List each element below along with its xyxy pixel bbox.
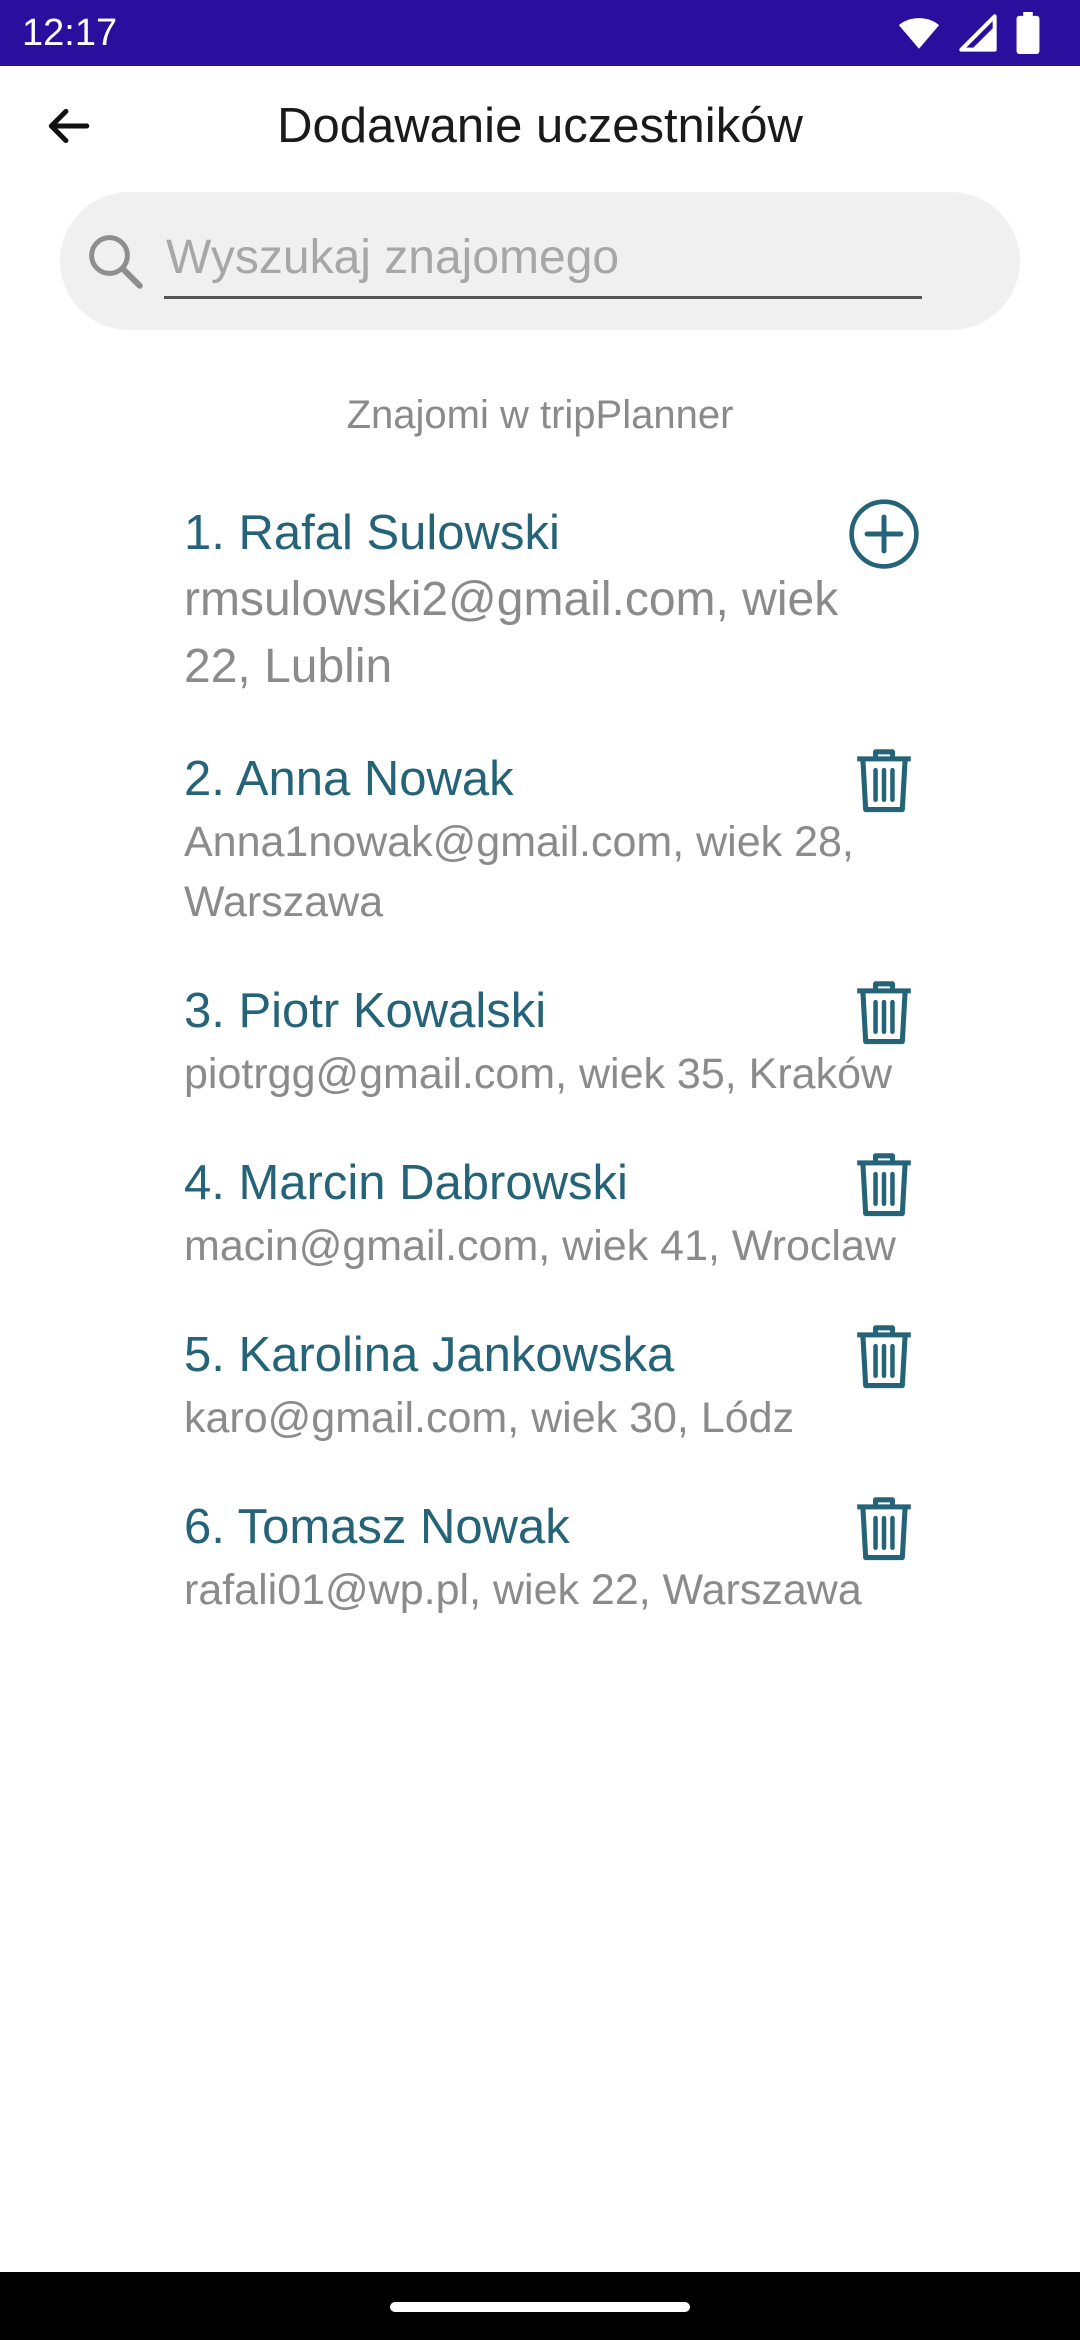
search-box[interactable] — [60, 192, 1020, 330]
friend-details: rafali01@wp.pl, wiek 22, Warszawa — [184, 1566, 862, 1614]
search-input[interactable] — [164, 224, 922, 299]
home-indicator[interactable] — [390, 2302, 690, 2312]
section-label: Znajomi w tripPlanner — [346, 393, 734, 437]
friend-details: Anna1nowak@gmail.com, wiek 28, Warszawa — [184, 818, 854, 926]
trash-icon — [853, 978, 915, 1051]
list-item: 5. Karolina Jankowska karo@gmail.com, wi… — [184, 1322, 924, 1448]
delete-friend-button[interactable] — [844, 1150, 924, 1222]
signal-icon — [958, 12, 998, 54]
list-item: 2. Anna Nowak Anna1nowak@gmail.com, wiek… — [184, 746, 924, 932]
status-icons — [898, 12, 1040, 54]
friend-name: 5. Karolina Jankowska — [184, 1328, 675, 1382]
list-item: 4. Marcin Dabrowski macin@gmail.com, wie… — [184, 1150, 924, 1276]
friends-list: 1. Rafal Sulowski rmsulowski2@gmail.com,… — [184, 498, 924, 1666]
add-circle-icon — [847, 497, 921, 576]
app-bar: Dodawanie uczestników — [0, 66, 1080, 186]
trash-icon — [853, 1150, 915, 1223]
navigation-bar — [0, 2272, 1080, 2340]
trash-icon — [853, 1494, 915, 1567]
list-item: 6. Tomasz Nowak rafali01@wp.pl, wiek 22,… — [184, 1494, 924, 1620]
delete-friend-button[interactable] — [844, 1322, 924, 1394]
list-item: 1. Rafal Sulowski rmsulowski2@gmail.com,… — [184, 498, 924, 700]
status-time: 12:17 — [22, 12, 118, 54]
friend-name: 6. Tomasz Nowak — [184, 1500, 570, 1554]
search-icon — [82, 228, 148, 294]
friend-details: karo@gmail.com, wiek 30, Lódz — [184, 1394, 795, 1442]
status-bar: 12:17 — [0, 0, 1080, 66]
friend-name: 4. Marcin Dabrowski — [184, 1156, 628, 1210]
add-friend-button[interactable] — [844, 498, 924, 572]
delete-friend-button[interactable] — [844, 978, 924, 1050]
trash-icon — [853, 746, 915, 819]
friend-details: piotrgg@gmail.com, wiek 35, Kraków — [184, 1050, 893, 1098]
delete-friend-button[interactable] — [844, 746, 924, 818]
friend-name: 3. Piotr Kowalski — [184, 984, 547, 1038]
friend-details: rmsulowski2@gmail.com, wiek 22, Lublin — [184, 573, 839, 693]
friend-name: 1. Rafal Sulowski — [184, 506, 560, 560]
delete-friend-button[interactable] — [844, 1494, 924, 1566]
trash-icon — [853, 1322, 915, 1395]
page-title: Dodawanie uczestników — [277, 99, 803, 153]
battery-icon — [1016, 12, 1040, 54]
friend-details: macin@gmail.com, wiek 41, Wroclaw — [184, 1222, 896, 1270]
wifi-icon — [898, 12, 940, 54]
friend-name: 2. Anna Nowak — [184, 752, 514, 806]
list-item: 3. Piotr Kowalski piotrgg@gmail.com, wie… — [184, 978, 924, 1104]
